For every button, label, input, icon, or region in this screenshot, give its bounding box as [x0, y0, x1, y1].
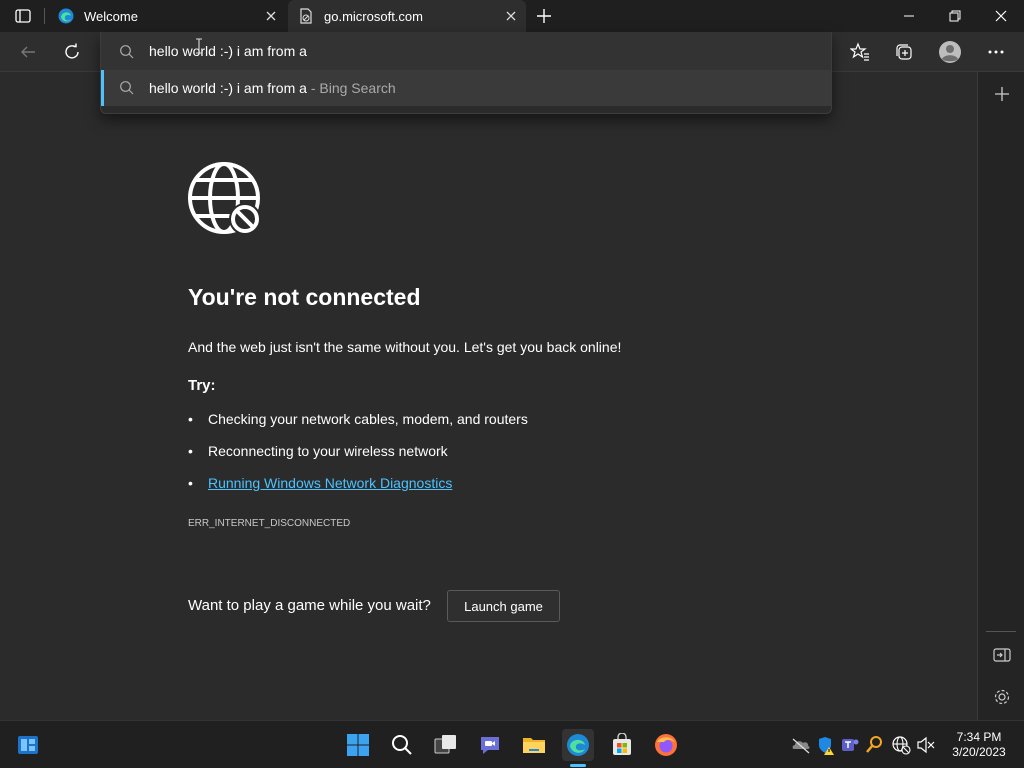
start-button[interactable] [342, 729, 374, 761]
clock-date: 3/20/2023 [952, 745, 1006, 759]
search-icon [119, 80, 135, 96]
task-view-button[interactable] [430, 729, 462, 761]
list-item: • Reconnecting to your wireless network [188, 443, 448, 459]
globe-blocked-icon [188, 162, 264, 238]
edge-taskbar-button[interactable] [562, 729, 594, 761]
minimize-icon [904, 15, 914, 17]
address-bar[interactable]: hello world :-) i am from a [101, 32, 831, 70]
teams-tray-icon[interactable] [840, 735, 860, 755]
folder-icon [523, 738, 545, 753]
text-cursor-icon [195, 38, 203, 54]
search-icon [119, 44, 135, 60]
search-button[interactable] [386, 729, 418, 761]
sidebar-divider [986, 631, 1016, 632]
network-diagnostics-link[interactable]: Running Windows Network Diagnostics [208, 475, 452, 491]
active-app-indicator [570, 764, 586, 767]
onedrive-tray-icon[interactable] [791, 735, 811, 755]
store-button[interactable] [606, 729, 638, 761]
address-input[interactable]: hello world :-) i am from a [149, 43, 307, 59]
sidebar-add-button[interactable] [990, 82, 1014, 106]
search-key-tray-icon[interactable] [864, 735, 884, 755]
plus-icon [537, 9, 551, 23]
search-suggestion[interactable]: hello world :-) i am from a - Bing Searc… [101, 70, 831, 106]
firefox-button[interactable] [650, 729, 682, 761]
back-button[interactable] [12, 36, 44, 68]
bullet-text: Reconnecting to your wireless network [208, 443, 448, 459]
tab-actions-button[interactable] [14, 8, 32, 24]
favorites-button[interactable] [844, 36, 876, 68]
widgets-button[interactable] [12, 729, 44, 761]
address-bar-dropdown: hello world :-) i am from a hello world … [100, 32, 832, 114]
bullet-marker: • [188, 411, 193, 427]
tab-go-microsoft[interactable]: go.microsoft.com [288, 0, 526, 32]
firefox-icon [655, 734, 677, 756]
minimize-button[interactable] [886, 0, 932, 32]
bullet-marker: • [188, 475, 193, 491]
close-icon [995, 10, 1007, 22]
sidebar-settings-button[interactable] [990, 685, 1014, 709]
sidebar-collapse-icon [993, 648, 1011, 662]
profile-button[interactable] [934, 36, 966, 68]
file-explorer-button[interactable] [518, 729, 550, 761]
page-error-icon [298, 8, 314, 24]
collections-button[interactable] [888, 36, 920, 68]
store-icon [613, 733, 631, 755]
page-subtitle: And the web just isn't the same without … [188, 339, 622, 355]
bullet-marker: • [188, 443, 193, 459]
restore-button[interactable] [932, 0, 978, 32]
taskbar: 7:34 PM 3/20/2023 [0, 720, 1024, 768]
close-tab-icon[interactable] [504, 9, 518, 23]
close-tab-icon[interactable] [264, 9, 278, 23]
restore-icon [949, 10, 961, 22]
hide-sidebar-button[interactable] [990, 643, 1014, 667]
volume-muted-icon[interactable] [916, 735, 936, 755]
edge-icon [58, 8, 74, 24]
suggestion-suffix: - Bing Search [306, 80, 396, 96]
tab-label: go.microsoft.com [324, 8, 423, 24]
security-warning-tray-icon[interactable] [816, 735, 836, 755]
tab-label: Welcome [84, 8, 138, 24]
bullet-text: Checking your network cables, modem, and… [208, 411, 528, 427]
refresh-icon [65, 43, 79, 59]
back-arrow-icon [21, 46, 35, 58]
suggestion-text: hello world :-) i am from a - Bing Searc… [149, 80, 396, 96]
favorites-star-icon [850, 42, 869, 61]
search-icon [392, 735, 412, 755]
tab-divider [44, 8, 45, 24]
avatar-icon [939, 41, 961, 63]
collections-icon [896, 44, 912, 60]
chat-icon [481, 737, 499, 754]
plus-icon [995, 87, 1009, 101]
settings-more-button[interactable] [980, 36, 1012, 68]
clock-time: 7:34 PM [956, 730, 1002, 744]
error-code: ERR_INTERNET_DISCONNECTED [188, 518, 351, 529]
page-title: You're not connected [188, 284, 421, 310]
edge-icon [567, 734, 589, 756]
more-dots-icon [988, 50, 1004, 54]
new-tab-button[interactable] [534, 6, 554, 26]
game-prompt: Want to play a game while you wait? [188, 597, 431, 614]
list-item: • Running Windows Network Diagnostics [188, 475, 452, 491]
suggestion-query: hello world :-) i am from a [149, 80, 307, 96]
title-bar: Welcome go.microsoft.com [0, 0, 1024, 32]
list-item: • Checking your network cables, modem, a… [188, 411, 528, 427]
network-disconnected-icon[interactable] [891, 735, 911, 755]
gear-icon [994, 689, 1010, 705]
tab-welcome[interactable]: Welcome [48, 0, 286, 32]
task-view-icon [434, 735, 456, 754]
tab-actions-icon [15, 9, 31, 23]
error-page: You're not connected And the web just is… [0, 72, 977, 720]
edge-sidebar [977, 72, 1024, 720]
refresh-button[interactable] [56, 36, 88, 68]
widgets-icon [18, 736, 38, 754]
launch-game-button[interactable]: Launch game [447, 590, 560, 622]
system-clock[interactable]: 7:34 PM 3/20/2023 [944, 730, 1014, 760]
close-window-button[interactable] [978, 0, 1024, 32]
teams-chat-button[interactable] [474, 729, 506, 761]
try-heading: Try: [188, 377, 216, 394]
windows-logo-icon [347, 734, 369, 756]
